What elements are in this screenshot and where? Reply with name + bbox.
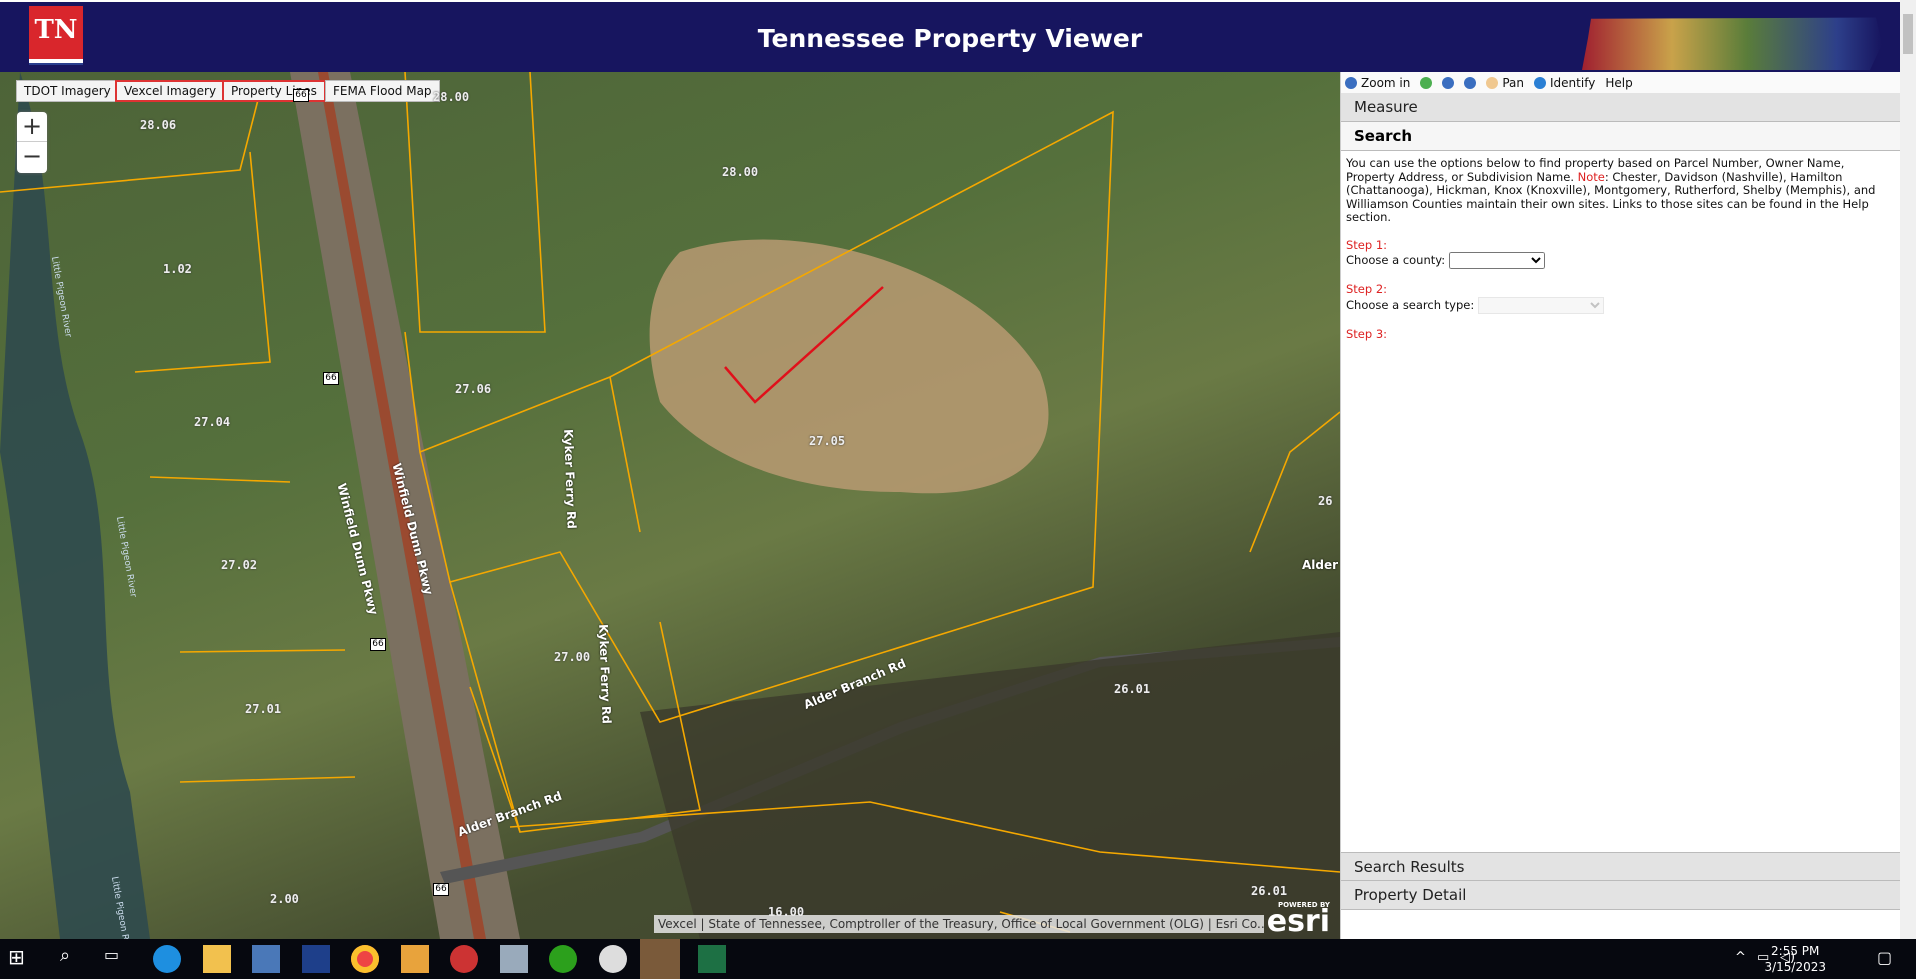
vexcel-imagery-button[interactable]: Vexcel Imagery	[115, 80, 226, 102]
fema-flood-map-button[interactable]: FEMA Flood Map	[325, 80, 440, 102]
pan-tool[interactable]: Pan	[1486, 76, 1524, 90]
zoom-in-button[interactable]: +	[17, 112, 47, 142]
measure-section-header[interactable]: Measure	[1341, 93, 1900, 122]
parcel-line	[134, 151, 271, 373]
route-shield: 66	[433, 883, 449, 896]
parcel-line	[1249, 411, 1340, 553]
tdot-imagery-button[interactable]: TDOT Imagery	[16, 80, 119, 102]
excel-icon[interactable]	[698, 945, 726, 973]
hand-icon	[1486, 76, 1499, 89]
map-overlay	[0, 72, 1340, 939]
road-label: Alder	[1302, 558, 1339, 572]
outlook-icon[interactable]	[401, 945, 429, 973]
magnifier-forward-icon	[1464, 76, 1477, 89]
search-section: You can use the options below to find pr…	[1341, 151, 1900, 811]
magnifier-back-icon	[1442, 76, 1455, 89]
search-instructions: You can use the options below to find pr…	[1346, 156, 1876, 224]
parcel-label: 28.00	[433, 90, 470, 104]
side-panel: Zoom in Pan Identify Help Measure Search…	[1340, 72, 1900, 939]
route-shield: 66	[323, 372, 339, 385]
property-detail-section-header[interactable]: Property Detail	[1341, 881, 1900, 910]
next-extent-tool[interactable]	[1464, 76, 1477, 89]
county-select[interactable]	[1448, 252, 1545, 269]
parcel-label: 28.00	[722, 165, 759, 179]
previous-extent-tool[interactable]	[1442, 76, 1455, 89]
active-app-icon[interactable]	[640, 939, 680, 979]
parcel-label: 26.01	[1114, 682, 1151, 696]
step-1-label: Step 1:	[1346, 237, 1388, 252]
map-toolbar: Zoom in Pan Identify Help	[1341, 72, 1900, 93]
step-2-label: Step 2:	[1346, 282, 1388, 296]
search-type-select[interactable]	[1477, 296, 1604, 314]
parcel-label: 26.01	[1251, 884, 1288, 898]
route-shield: 66	[370, 638, 386, 651]
parcel-line	[179, 649, 346, 653]
parcel-label: 1.02	[163, 262, 192, 276]
forest-area	[640, 632, 1340, 939]
parcel-label: 27.00	[554, 650, 591, 664]
app-icon[interactable]	[252, 945, 280, 973]
parcel-line	[404, 72, 546, 333]
search-icon[interactable]: ⌕	[60, 945, 88, 973]
parcel-line	[179, 776, 356, 783]
esri-logo: POWERED BY esri	[1266, 901, 1330, 939]
step-3-label: Step 3:	[1346, 326, 1388, 341]
identify-tool[interactable]: Identify	[1534, 76, 1595, 90]
property-lines-button[interactable]: Property Lines	[222, 80, 326, 102]
task-view-icon[interactable]: ▭	[104, 945, 132, 973]
calculator-icon[interactable]	[500, 945, 528, 973]
zoom-in-tool[interactable]: Zoom in	[1345, 76, 1410, 90]
parcel-label: 27.05	[809, 434, 846, 448]
parcel-line	[609, 376, 641, 533]
globe-icon	[1420, 76, 1433, 89]
clock[interactable]: 2:55 PM 3/15/2023	[1764, 943, 1826, 975]
parcel-label: 27.04	[194, 415, 231, 429]
parcel-label: 27.06	[455, 382, 492, 396]
map-attribution: Vexcel | State of Tennessee, Comptroller…	[654, 915, 1264, 933]
quickbooks-icon[interactable]	[549, 945, 577, 973]
zoom-control: + −	[17, 112, 47, 173]
magnifier-plus-icon	[1345, 76, 1357, 89]
scrollbar-thumb[interactable]	[1903, 14, 1913, 54]
parcel-label: 27.02	[221, 558, 258, 572]
clearing-area	[649, 239, 1049, 494]
full-extent-tool[interactable]	[1420, 76, 1433, 89]
parcel-label: 28.06	[140, 118, 177, 132]
windows-taskbar: ⊞ ⌕ ▭ ^ ▭ ◁) 2:55 PM 3/15/2023 ▢	[0, 939, 1916, 979]
app-icon[interactable]	[450, 945, 478, 973]
parcel-label: 26	[1318, 494, 1333, 508]
zoom-out-button[interactable]: −	[17, 142, 47, 172]
river	[0, 72, 150, 939]
search-section-header[interactable]: Search	[1341, 122, 1900, 151]
chevron-up-icon[interactable]: ^	[1735, 950, 1746, 965]
county-label: Choose a county:	[1346, 253, 1446, 267]
search-results-section-header[interactable]: Search Results	[1341, 852, 1900, 881]
map-view[interactable]: TDOT Imagery Vexcel Imagery Property Lin…	[0, 72, 1340, 939]
app-header: TN Tennessee Property Viewer	[0, 0, 1900, 72]
info-icon	[1534, 76, 1547, 89]
parcel-label: 2.00	[270, 892, 299, 906]
parcel-label: 27.01	[245, 702, 282, 716]
route-shield: 66	[293, 89, 309, 102]
notifications-icon[interactable]: ▢	[1877, 948, 1892, 967]
help-link[interactable]: Help	[1605, 76, 1632, 90]
chrome-icon[interactable]	[351, 945, 379, 973]
search-type-label: Choose a search type:	[1346, 297, 1475, 312]
file-explorer-icon[interactable]	[203, 945, 231, 973]
internet-explorer-icon[interactable]	[153, 945, 181, 973]
parcel-line	[149, 476, 291, 483]
tennessee-banner-image	[1582, 17, 1882, 70]
windows-start-icon[interactable]: ⊞	[8, 945, 36, 973]
page-scrollbar[interactable]	[1900, 0, 1916, 939]
app-icon[interactable]	[599, 945, 627, 973]
powershell-icon[interactable]	[302, 945, 330, 973]
